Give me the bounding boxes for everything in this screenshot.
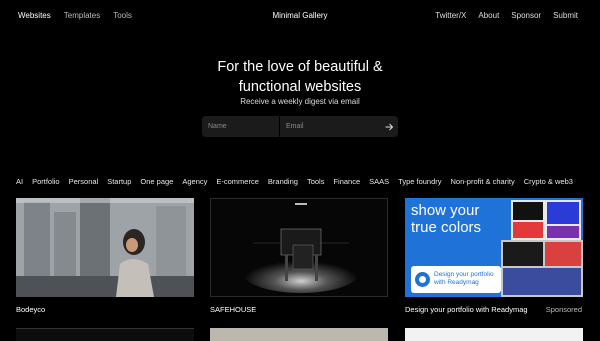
submit-button[interactable] (380, 116, 398, 137)
category-type-foundry[interactable]: Type foundry (398, 177, 441, 186)
site-thumbnail-safehouse[interactable] (210, 198, 388, 297)
ad-collage-bottom (501, 240, 583, 297)
site-thumbnail-row2-3[interactable] (405, 328, 583, 341)
nav-about[interactable]: About (478, 11, 499, 20)
category-non-profit[interactable]: Non-profit & charity (451, 177, 515, 186)
sponsored-ad-readymag[interactable]: show your true colors Design your portfo… (405, 198, 583, 297)
ad-cta-box: Design your portfolio with Readymag (411, 266, 501, 293)
category-finance[interactable]: Finance (333, 177, 360, 186)
nav-templates[interactable]: Templates (64, 11, 100, 20)
site-thumbnail-bodeyco[interactable] (16, 198, 194, 297)
category-ecommerce[interactable]: E-commerce (216, 177, 259, 186)
nav-left: Websites Templates Tools (18, 11, 132, 20)
category-branding[interactable]: Branding (268, 177, 298, 186)
safehouse-preview-image (211, 199, 387, 296)
nav-right: Twitter/X About Sponsor Submit (435, 11, 578, 20)
hero-title-line-1: For the love of beautiful & (217, 59, 383, 75)
category-portfolio[interactable]: Portfolio (32, 177, 60, 186)
sponsored-badge: Sponsored (545, 305, 582, 314)
card-title-safehouse[interactable]: SAFEHOUSE (210, 305, 256, 314)
nav-sponsor[interactable]: Sponsor (511, 11, 541, 20)
category-agency[interactable]: Agency (182, 177, 207, 186)
category-startup[interactable]: Startup (107, 177, 131, 186)
site-thumbnail-row2-2[interactable] (210, 328, 388, 341)
ad-cta-line-2: with Readymag (434, 279, 479, 286)
email-field[interactable]: Email (280, 116, 380, 137)
ad-collage-top (511, 200, 581, 240)
category-saas[interactable]: SAAS (369, 177, 389, 186)
arrow-right-icon (385, 123, 393, 130)
category-ai[interactable]: AI (16, 177, 23, 186)
name-field[interactable]: Name (202, 116, 280, 137)
ad-cta-text: Design your portfolio with Readymag (434, 271, 494, 287)
hero-title-line-2: functional websites (238, 79, 362, 95)
category-personal[interactable]: Personal (69, 177, 99, 186)
category-filters: AI Portfolio Personal Startup One page A… (16, 177, 600, 186)
card-title-bodeyco[interactable]: Bodeyco (16, 305, 45, 314)
ad-cta-line-1: Design your portfolio (434, 271, 494, 278)
nav-tools[interactable]: Tools (113, 11, 132, 20)
bodeyco-preview-image (16, 198, 194, 297)
nav-submit[interactable]: Submit (553, 11, 578, 20)
nav-twitter[interactable]: Twitter/X (435, 11, 466, 20)
ad-headline-line-1: show your (411, 202, 480, 219)
ad-headline: show your true colors (411, 202, 511, 236)
hero-subtitle: Receive a weekly digest via email (240, 97, 360, 106)
readymag-logo-icon (415, 272, 430, 287)
ad-headline-line-2: true colors (411, 219, 482, 236)
nav-websites[interactable]: Websites (18, 11, 51, 20)
category-crypto[interactable]: Crypto & web3 (524, 177, 573, 186)
category-tools[interactable]: Tools (307, 177, 325, 186)
site-thumbnail-row2-1[interactable] (16, 328, 194, 341)
top-nav: Websites Templates Tools Minimal Gallery… (0, 0, 600, 32)
hero-title: For the love of beautiful & functional w… (0, 57, 600, 97)
newsletter-form: Name Email (202, 116, 398, 137)
category-one-page[interactable]: One page (140, 177, 173, 186)
card-title-readymag[interactable]: Design your portfolio with Readymag (405, 305, 528, 314)
